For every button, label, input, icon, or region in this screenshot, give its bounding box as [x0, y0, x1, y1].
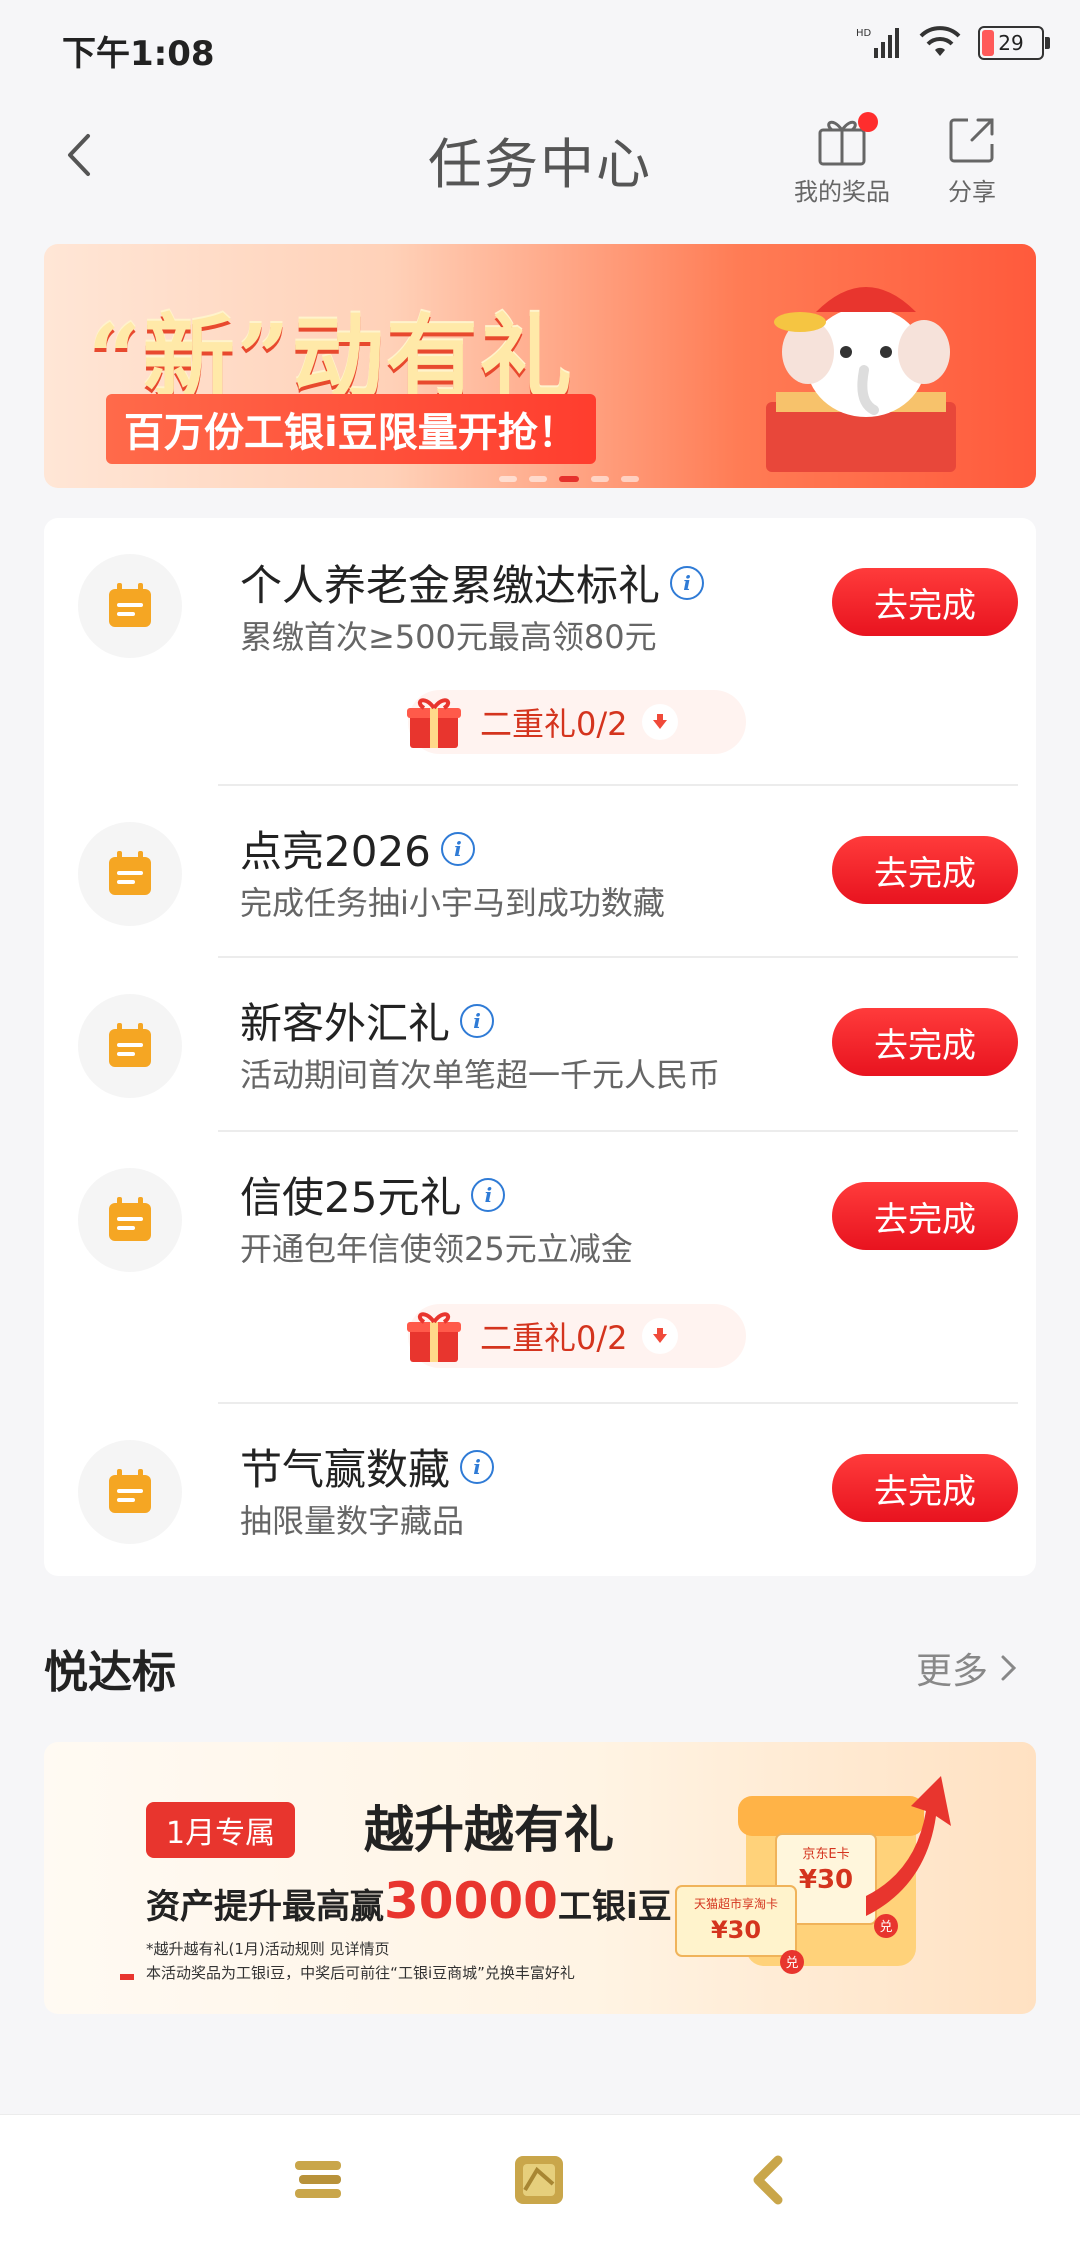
chevron-down-icon	[641, 1318, 678, 1354]
go-complete-button[interactable]: 去完成	[832, 1182, 1018, 1250]
task-title-text: 新客外汇礼	[240, 999, 451, 1048]
task-item: 节气赢数藏 i 抽限量数字藏品 去完成	[44, 1404, 1036, 1576]
carousel-dot-active[interactable]	[559, 476, 579, 482]
notification-dot	[858, 112, 878, 132]
elephant-mascot-icon	[766, 287, 956, 472]
svg-text:¥30: ¥30	[799, 1865, 853, 1895]
calendar-icon	[78, 1440, 182, 1544]
gift-icon	[407, 698, 461, 748]
svg-text:兑: 兑	[785, 1956, 798, 1971]
wifi-icon	[919, 26, 961, 56]
my-prizes-label: 我的奖品	[794, 178, 890, 206]
bonus-toggle[interactable]: 二重礼0/2	[407, 1304, 746, 1368]
carousel-dot[interactable]	[529, 476, 547, 482]
go-complete-button[interactable]: 去完成	[832, 1008, 1018, 1076]
calendar-icon	[78, 1168, 182, 1272]
carousel-indicator	[499, 476, 639, 482]
task-description: 活动期间首次单笔超一千元人民币	[240, 1056, 721, 1094]
carousel-dot[interactable]	[591, 476, 609, 482]
battery-icon: 29	[978, 26, 1050, 60]
more-label: 更多	[915, 1651, 988, 1692]
carousel-dot[interactable]	[499, 476, 517, 482]
chevron-right-icon	[1001, 1655, 1017, 1681]
task-list: 个人养老金累缴达标礼 i 累缴首次≥500元最高领80元 去完成 二重礼0/2 …	[44, 518, 1036, 1576]
task-title-text: 信使25元礼	[240, 1173, 462, 1222]
my-prizes-button[interactable]: 我的奖品	[782, 108, 902, 207]
share-icon	[949, 118, 994, 163]
svg-text:¥30: ¥30	[711, 1916, 761, 1944]
bonus-label: 二重礼0/2	[480, 1319, 628, 1357]
svg-text:京东E卡: 京东E卡	[802, 1847, 849, 1862]
promo-line2-prefix: 资产提升最高赢	[146, 1887, 384, 1927]
go-complete-button[interactable]: 去完成	[832, 568, 1018, 636]
info-icon[interactable]: i	[460, 1449, 495, 1484]
bonus-toggle[interactable]: 二重礼0/2	[407, 690, 746, 754]
promo-card[interactable]: 1月专属 越升越有礼 资产提升最高赢30000工银i豆 *越升越有礼(1月)活动…	[44, 1742, 1036, 2014]
share-button[interactable]: 分享	[912, 108, 1032, 207]
task-title-text: 个人养老金累缴达标礼	[240, 561, 661, 610]
share-label: 分享	[948, 178, 996, 206]
task-title: 新客外汇礼 i	[240, 990, 495, 1051]
gift-icon	[407, 1312, 461, 1362]
svg-text:兑: 兑	[879, 1920, 892, 1935]
calendar-icon	[78, 822, 182, 926]
info-icon[interactable]: i	[460, 1003, 495, 1038]
task-title-text: 节气赢数藏	[240, 1445, 451, 1494]
menu-icon	[295, 2161, 341, 2198]
task-item: 点亮2026 i 完成任务抽i小宇马到成功数藏 去完成	[44, 786, 1036, 958]
home-square-icon	[515, 2156, 563, 2204]
home-button[interactable]	[504, 2145, 574, 2215]
signal-icon: HD	[856, 28, 899, 58]
task-item: 新客外汇礼 i 活动期间首次单笔超一千元人民币 去完成	[44, 958, 1036, 1130]
go-complete-button[interactable]: 去完成	[832, 836, 1018, 904]
info-icon[interactable]: i	[471, 1177, 506, 1212]
menu-button[interactable]	[284, 2145, 354, 2215]
status-icons: HD 29	[856, 26, 1050, 60]
task-title: 点亮2026 i	[240, 818, 475, 879]
battery-level: 29	[998, 31, 1024, 55]
promo-note-prize: 本活动奖品为工银i豆，中奖后可前往“工银i豆商城”兑换丰富好礼	[146, 1964, 575, 1982]
banner-subline: 百万份工银i豆限量开抢！	[106, 394, 596, 464]
task-item: 信使25元礼 i 开通包年信使领25元立减金 去完成 二重礼0/2	[44, 1132, 1036, 1402]
section-title: 悦达标	[44, 1647, 176, 1698]
promo-headline: 越升越有礼	[364, 1801, 614, 1859]
task-title: 个人养老金累缴达标礼 i	[240, 552, 705, 613]
status-bar: 下午1:08 HD 29	[0, 0, 1080, 90]
carousel-dot[interactable]	[621, 476, 639, 482]
svg-text:天猫超市享淘卡: 天猫超市享淘卡	[694, 1896, 778, 1911]
more-link[interactable]: 更多	[916, 1642, 1020, 1694]
chevron-down-icon	[641, 704, 678, 740]
info-icon[interactable]: i	[670, 565, 705, 600]
task-description: 完成任务抽i小宇马到成功数藏	[240, 884, 665, 922]
back-arrow-icon	[753, 2155, 783, 2205]
promo-line2-suffix: 工银i豆	[557, 1887, 672, 1927]
promo-note-rules: *越升越有礼(1月)活动规则 见详情页	[146, 1940, 390, 1958]
task-item: 个人养老金累缴达标礼 i 累缴首次≥500元最高领80元 去完成 二重礼0/2	[44, 518, 1036, 788]
task-title: 节气赢数藏 i	[240, 1436, 495, 1497]
task-description: 开通包年信使领25元立减金	[240, 1230, 633, 1268]
info-icon[interactable]: i	[440, 831, 475, 866]
indicator-mark	[120, 1974, 134, 1980]
calendar-icon	[78, 554, 182, 658]
bonus-label: 二重礼0/2	[480, 705, 628, 743]
promo-tag: 1月专属	[146, 1802, 296, 1858]
go-complete-button[interactable]: 去完成	[832, 1454, 1018, 1522]
promo-line2: 资产提升最高赢30000工银i豆	[146, 1872, 672, 1930]
svg-text:HD: HD	[856, 28, 872, 39]
task-title: 信使25元礼 i	[240, 1164, 506, 1225]
task-description: 抽限量数字藏品	[240, 1502, 465, 1540]
header: 任务中心 我的奖品 分享	[0, 90, 1080, 220]
calendar-icon	[78, 994, 182, 1098]
back-nav-button[interactable]	[734, 2145, 804, 2215]
status-time: 下午1:08	[62, 34, 215, 74]
task-description: 累缴首次≥500元最高领80元	[240, 618, 657, 656]
promo-banner[interactable]: “新”动有礼 百万份工银i豆限量开抢！	[44, 244, 1036, 488]
task-title-text: 点亮2026	[240, 827, 431, 876]
promo-amount: 30000	[384, 1872, 558, 1930]
gift-cards-illustration: 京东E卡 ¥30 天猫超市享淘卡 ¥30 兑 兑	[675, 1776, 951, 1974]
bottom-nav-bar	[0, 2114, 1080, 2249]
